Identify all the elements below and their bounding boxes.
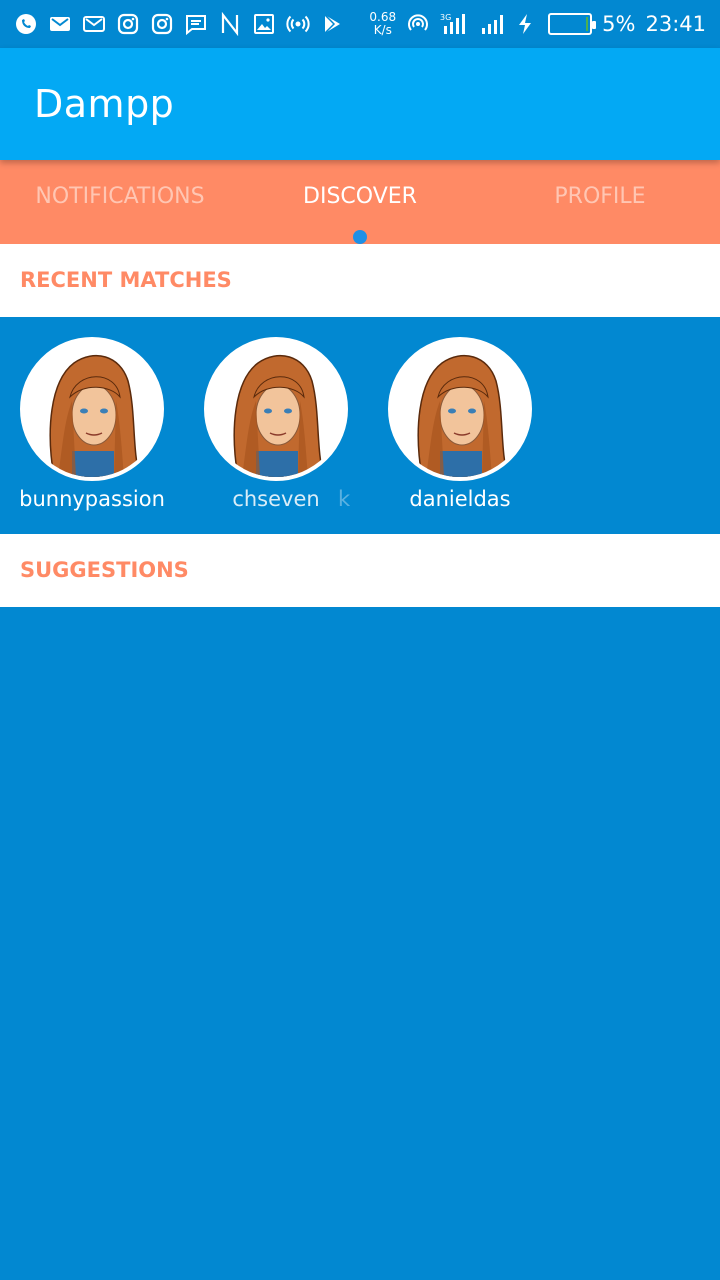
instagram-icon: [150, 12, 174, 36]
battery-icon: [548, 13, 597, 35]
avatar[interactable]: [204, 337, 348, 481]
match-name: bunnypassion: [19, 487, 165, 511]
network-speed: 0.68 K/s: [369, 11, 396, 37]
avatar-girl-illustration: [208, 341, 344, 477]
n-icon: [218, 12, 242, 36]
status-bar: 0.68 K/s 3G 5% 23:41: [0, 0, 720, 48]
app-title: Dampp: [34, 82, 175, 126]
match-item[interactable]: chseven: [204, 337, 348, 511]
image-icon: [252, 12, 276, 36]
net-speed-unit: K/s: [373, 23, 392, 37]
instagram-icon: [116, 12, 140, 36]
play-store-icon: [320, 12, 344, 36]
match-item[interactable]: danieldas: [388, 337, 532, 511]
tab-discover[interactable]: DISCOVER: [240, 160, 480, 232]
whatsapp-icon: [14, 12, 38, 36]
app-bar: Dampp: [0, 48, 720, 160]
match-item[interactable]: bunnypassion: [19, 337, 165, 511]
broadcast-icon: [286, 12, 310, 36]
avatar-girl-illustration: [24, 341, 160, 477]
recent-matches-header: RECENT MATCHES: [0, 244, 720, 317]
recent-matches-list[interactable]: bunnypassion chseven k danieldas: [0, 317, 720, 534]
notification-icons: [14, 12, 344, 36]
battery-percent: 5%: [602, 12, 636, 36]
match-name: danieldas: [409, 487, 511, 511]
match-name: chseven: [232, 487, 320, 511]
suggestions-list[interactable]: [0, 607, 720, 1280]
avatar[interactable]: [20, 337, 164, 481]
avatar-girl-illustration: [392, 341, 528, 477]
network-type-label: 3G: [440, 13, 451, 22]
hotspot-icon: [406, 12, 430, 36]
battery-level: [586, 17, 589, 31]
partial-match-name: k: [338, 487, 351, 511]
message-icon: [184, 12, 208, 36]
tab-profile[interactable]: PROFILE: [480, 160, 720, 232]
signal-icon: [480, 12, 504, 36]
gmail-outline-icon: [82, 12, 106, 36]
avatar[interactable]: [388, 337, 532, 481]
charging-icon: [514, 12, 538, 36]
tab-bar: NOTIFICATIONS DISCOVER PROFILE: [0, 160, 720, 244]
clock: 23:41: [645, 12, 706, 36]
tab-indicator-dot: [353, 230, 367, 244]
suggestions-title: SUGGESTIONS: [20, 558, 189, 582]
tab-notifications[interactable]: NOTIFICATIONS: [0, 160, 240, 232]
status-right: 0.68 K/s 3G 5% 23:41: [369, 11, 706, 37]
gmail-icon: [48, 12, 72, 36]
signal-3g-icon: 3G: [440, 12, 470, 36]
recent-matches-title: RECENT MATCHES: [20, 268, 232, 292]
suggestions-header: SUGGESTIONS: [0, 534, 720, 607]
